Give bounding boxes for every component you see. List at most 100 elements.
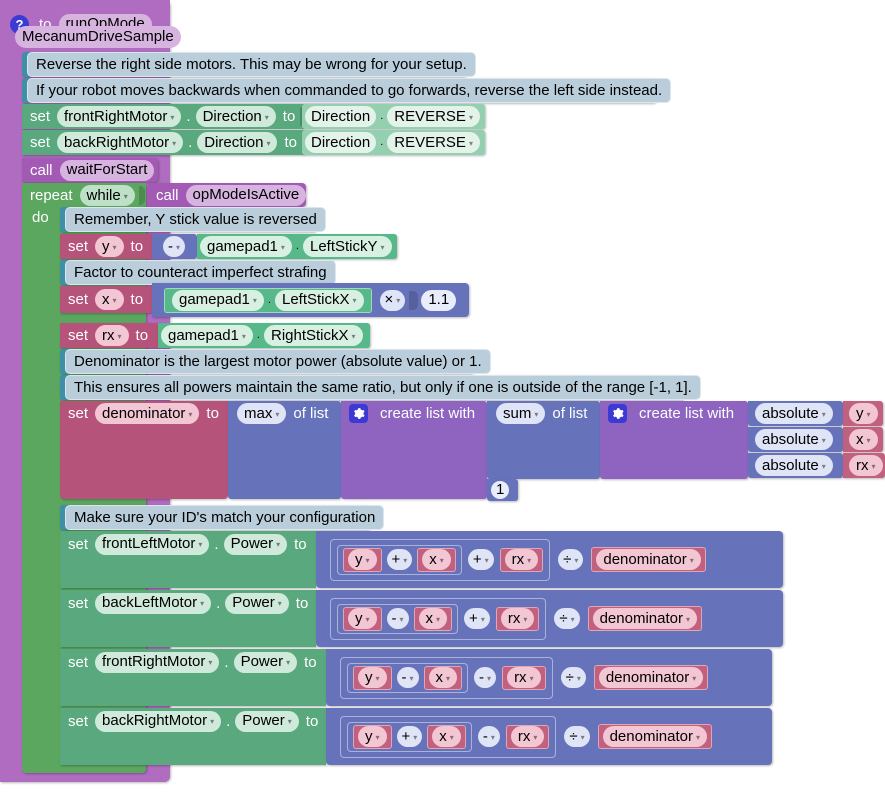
power-expression-4[interactable]: y ▾ + ▾ x ▾ - ▾ rx ▾ ÷ ▾ denominator ▾ <box>326 708 772 765</box>
direction-class-field[interactable]: Direction <box>305 132 377 153</box>
create-list-with-block-inner[interactable]: create list with <box>600 401 748 479</box>
procedure-subtitle-field[interactable]: MecanumDriveSample <box>12 26 184 48</box>
motor-name-field[interactable]: backLeftMotor ▾ <box>95 592 212 614</box>
variable-get-block-x[interactable]: x ▾ <box>423 665 463 690</box>
property-field[interactable]: Power ▾ <box>225 592 289 614</box>
max-function-field[interactable]: max ▾ <box>237 403 287 424</box>
property-field[interactable]: Power ▾ <box>233 651 298 673</box>
variable-get-block-rx[interactable]: rx ▾ <box>495 606 540 631</box>
variable-get-field[interactable]: rx ▾ <box>500 608 535 629</box>
variable-get-block-rx[interactable]: rx ▾ <box>505 724 550 749</box>
direction-value-block-2[interactable]: Direction . REVERSE ▾ <box>302 130 485 155</box>
gear-icon[interactable] <box>608 404 627 423</box>
variable-get-block-y[interactable]: y ▾ <box>353 724 392 749</box>
variable-name-field[interactable]: rx ▾ <box>95 325 129 346</box>
y-plus-x-group-4[interactable]: y ▾ + ▾ x ▾ <box>347 721 472 752</box>
variable-get-field[interactable]: rx ▾ <box>510 726 545 747</box>
set-direction-row-1[interactable]: set frontRightMotor ▾ . Direction ▾ to <box>22 104 304 129</box>
divide-operator-field[interactable]: ÷ ▾ <box>564 726 590 747</box>
gamepad-object-field[interactable]: gamepad1 ▾ <box>172 289 264 311</box>
max-of-list-block[interactable]: max ▾ of list <box>228 401 341 499</box>
variable-get-block-y[interactable]: y ▾ <box>843 401 883 426</box>
loop-header-bar[interactable]: repeat while ▾ <box>22 183 146 208</box>
y-minus-x-group-2[interactable]: y ▾ - ▾ x ▾ <box>337 603 459 634</box>
variable-get-block-x[interactable]: x ▾ <box>427 724 466 749</box>
number-one-block[interactable]: 1 <box>487 479 518 501</box>
variable-get-block-denominator[interactable]: denominator ▾ <box>597 724 712 749</box>
absolute-block-rx[interactable]: absolute ▾ <box>748 453 843 478</box>
inner-sum-group-3[interactable]: y ▾ - ▾ x ▾ - ▾ rx ▾ <box>340 656 553 699</box>
operator-field-1[interactable]: - ▾ <box>396 667 419 688</box>
set-rx-variable-block[interactable]: set rx ▾ to <box>60 323 158 348</box>
variable-get-block-y[interactable]: y ▾ <box>343 547 382 572</box>
direction-value-block-1[interactable]: Direction . REVERSE ▾ <box>302 104 485 129</box>
sum-function-field[interactable]: sum ▾ <box>496 403 546 424</box>
variable-get-field[interactable]: denominator ▾ <box>598 667 704 688</box>
gamepad-member-field[interactable]: LeftStickX ▾ <box>274 289 364 311</box>
absolute-function-field[interactable]: absolute ▾ <box>755 403 833 424</box>
call-wait-for-start-block[interactable]: call waitForStart <box>22 158 158 182</box>
variable-get-block-denominator[interactable]: denominator ▾ <box>591 547 706 572</box>
variable-get-field[interactable]: x ▾ <box>428 667 458 688</box>
create-list-with-block-outer[interactable]: create list with <box>341 401 487 499</box>
multiply-block-x[interactable]: gamepad1 ▾ . LeftStickX ▾ × ▾ 1.1 <box>152 283 469 317</box>
variable-name-field[interactable]: x ▾ <box>95 289 124 310</box>
direction-member-field[interactable]: REVERSE ▾ <box>387 132 480 153</box>
divide-operator-field[interactable]: ÷ ▾ <box>560 667 586 688</box>
variable-get-block-y[interactable]: y ▾ <box>343 606 382 631</box>
set-power-row-1[interactable]: set frontLeftMotor ▾ . Power ▾ to <box>60 531 316 588</box>
comment-block-6[interactable]: This ensures all powers maintain the sam… <box>60 375 701 400</box>
negate-operator-field[interactable]: - ▾ <box>163 236 186 257</box>
variable-get-block-x[interactable]: x ▾ <box>843 427 883 452</box>
variable-get-field[interactable]: x ▾ <box>422 549 451 570</box>
variable-get-field[interactable]: y ▾ <box>849 403 878 424</box>
operator-field-1[interactable]: + ▾ <box>396 726 423 747</box>
called-procedure-field[interactable]: waitForStart <box>59 159 155 181</box>
multiply-operator-field[interactable]: × ▾ <box>379 289 406 311</box>
inner-sum-group-4[interactable]: y ▾ + ▾ x ▾ - ▾ rx ▾ <box>340 715 557 758</box>
operator-field-2[interactable]: + ▾ <box>464 608 490 629</box>
set-power-row-4[interactable]: set backRightMotor ▾ . Power ▾ to <box>60 708 326 765</box>
variable-get-block-x[interactable]: x ▾ <box>417 547 456 572</box>
motor-name-field[interactable]: frontLeftMotor ▾ <box>95 533 210 555</box>
power-expression-3[interactable]: y ▾ - ▾ x ▾ - ▾ rx ▾ ÷ ▾ denominator ▾ <box>326 649 772 706</box>
gamepad1-right-stick-x-block[interactable]: gamepad1 ▾ . RightStickX ▾ <box>158 323 370 348</box>
variable-get-block-rx[interactable]: rx ▾ <box>499 547 544 572</box>
variable-get-field[interactable]: y ▾ <box>358 667 387 688</box>
absolute-block-x[interactable]: absolute ▾ <box>748 427 843 452</box>
call-op-mode-is-active-block[interactable]: call opModeIsActive <box>148 183 307 207</box>
set-denominator-variable-block[interactable]: set denominator ▾ to <box>60 401 228 499</box>
operator-field-2[interactable]: + ▾ <box>467 549 494 570</box>
motor-name-field[interactable]: frontRightMotor ▾ <box>57 106 182 127</box>
variable-get-field[interactable]: denominator ▾ <box>602 726 707 747</box>
comment-block-1[interactable]: Reverse the right side motors. This may … <box>22 52 476 77</box>
variable-get-block-denominator[interactable]: denominator ▾ <box>587 606 702 631</box>
set-direction-row-2[interactable]: set backRightMotor ▾ . Direction ▾ to <box>22 130 304 155</box>
gear-icon[interactable] <box>349 404 368 423</box>
direction-class-field[interactable]: Direction <box>305 106 377 127</box>
condition-procedure-field[interactable]: opModeIsActive <box>185 184 307 206</box>
variable-get-block-rx[interactable]: rx ▾ <box>502 665 546 690</box>
gamepad-member-field[interactable]: RightStickX ▾ <box>263 325 363 346</box>
gamepad-member-field[interactable]: LeftStickY ▾ <box>302 236 392 257</box>
operator-field-2[interactable]: - ▾ <box>477 726 500 747</box>
factor-number-field[interactable]: 1.1 <box>421 289 457 311</box>
gamepad1-left-stick-x-block[interactable]: gamepad1 ▾ . LeftStickX ▾ <box>164 287 372 313</box>
absolute-function-field[interactable]: absolute ▾ <box>755 455 833 476</box>
variable-get-field[interactable]: x ▾ <box>418 608 448 629</box>
set-x-variable-block[interactable]: set x ▾ to <box>60 286 152 313</box>
y-minus-x-group-3[interactable]: y ▾ - ▾ x ▾ <box>347 662 469 693</box>
motor-name-field[interactable]: backRightMotor ▾ <box>57 132 184 153</box>
property-field[interactable]: Power ▾ <box>235 710 299 732</box>
variable-get-block-denominator[interactable]: denominator ▾ <box>593 665 709 690</box>
absolute-block-y[interactable]: absolute ▾ <box>748 401 843 426</box>
operator-field-1[interactable]: + ▾ <box>386 549 413 570</box>
set-y-variable-block[interactable]: set y ▾ to <box>60 234 152 259</box>
inner-sum-group-2[interactable]: y ▾ - ▾ x ▾ + ▾ rx ▾ <box>330 597 547 640</box>
variable-get-field[interactable]: rx ▾ <box>504 549 539 570</box>
operator-field-2[interactable]: - ▾ <box>474 667 497 688</box>
variable-get-block-x[interactable]: x ▾ <box>413 606 453 631</box>
variable-get-field[interactable]: y ▾ <box>348 608 377 629</box>
sum-of-list-block[interactable]: sum ▾ of list <box>487 401 600 479</box>
property-field[interactable]: Power ▾ <box>223 533 288 555</box>
